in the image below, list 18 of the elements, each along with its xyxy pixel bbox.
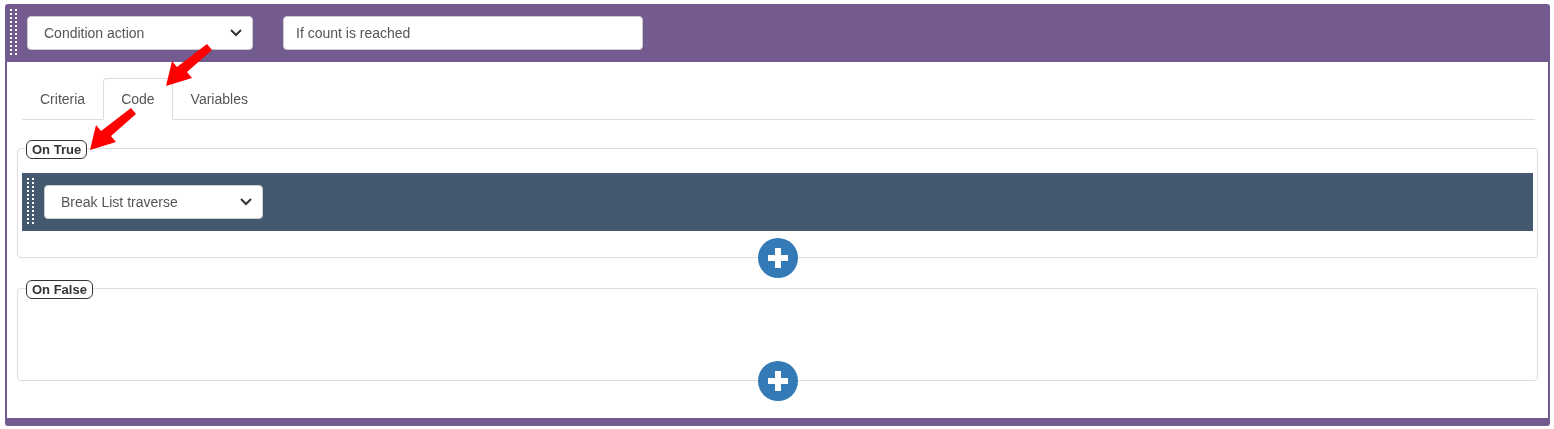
step-select[interactable]: Break List traverse (44, 185, 263, 219)
tab[interactable]: Code (103, 78, 173, 120)
tab[interactable]: Variables (172, 78, 266, 120)
action-select[interactable]: Condition action (27, 16, 253, 50)
add-step-button[interactable] (757, 361, 798, 401)
branch-legend: On False (26, 280, 93, 299)
branch-legend: On True (26, 140, 88, 159)
add-step-button[interactable] (757, 238, 798, 278)
drag-handle-icon[interactable] (26, 177, 36, 227)
plus-icon (766, 370, 789, 392)
plus-icon (766, 247, 789, 269)
annotation-arrow (87, 106, 137, 152)
caret-icon (230, 29, 242, 37)
drag-handle-icon[interactable] (9, 8, 19, 58)
annotation-arrow (163, 42, 213, 88)
description-field[interactable]: If count is reached (283, 16, 643, 50)
caret-icon (240, 198, 252, 206)
tab[interactable]: Criteria (22, 78, 104, 120)
